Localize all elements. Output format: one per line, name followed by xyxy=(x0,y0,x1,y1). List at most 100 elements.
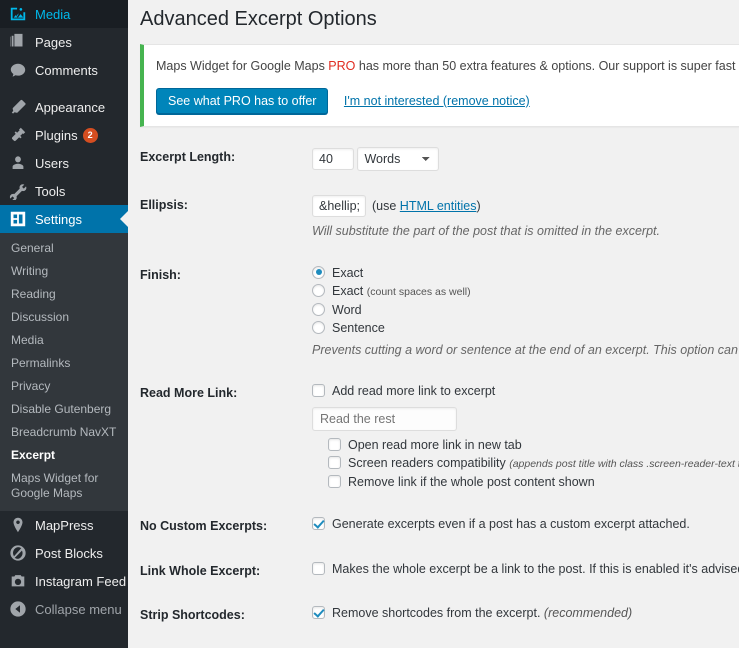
submenu-item-disable-gutenberg[interactable]: Disable Gutenberg xyxy=(0,398,128,421)
see-pro-button[interactable]: See what PRO has to offer xyxy=(156,87,329,114)
finish-option-word[interactable]: Word xyxy=(312,302,739,318)
excerpt-length-label: Excerpt Length: xyxy=(140,149,236,164)
main-content: Advanced Excerpt Options Maps Widget for… xyxy=(128,0,739,648)
sidebar-item-plugins[interactable]: Plugins 2 xyxy=(0,121,128,149)
read-more-text-input[interactable] xyxy=(312,407,457,432)
plugins-icon xyxy=(9,126,27,144)
row-excerpt-length: Excerpt Length: Words Characters xyxy=(140,135,739,183)
read-more-option-new-tab[interactable]: Open read more link in new tab xyxy=(328,437,739,453)
submenu-item-privacy[interactable]: Privacy xyxy=(0,375,128,398)
finish-option-exact[interactable]: Exact xyxy=(312,265,739,281)
sidebar-item-label: Plugins xyxy=(35,127,78,143)
sidebar-item-settings[interactable]: Settings xyxy=(0,205,128,233)
sidebar-group-primary: Media Pages Comments xyxy=(0,0,128,84)
strip-shortcodes-note: (recommended) xyxy=(543,605,633,620)
checkbox-generate-excerpts[interactable] xyxy=(312,517,325,531)
collapse-arrow-icon xyxy=(9,600,27,618)
checkbox-open-new-tab[interactable] xyxy=(328,438,341,452)
finish-option-label: Exact xyxy=(332,265,364,280)
finish-option-label: Word xyxy=(332,302,362,317)
sidebar-item-tools[interactable]: Tools xyxy=(0,177,128,205)
finish-option-exact-spaces[interactable]: Exact (count spaces as well) xyxy=(312,283,739,300)
submenu-item-maps-widget[interactable]: Maps Widget for Google Maps xyxy=(0,467,128,505)
checkbox-screen-readers[interactable] xyxy=(328,456,341,470)
submenu-item-general[interactable]: General xyxy=(0,237,128,260)
radio-sentence[interactable] xyxy=(312,320,325,334)
submenu-item-writing[interactable]: Writing xyxy=(0,260,128,283)
excerpt-length-input[interactable] xyxy=(312,147,354,170)
submenu-item-breadcrumb-navxt[interactable]: Breadcrumb NavXT xyxy=(0,421,128,444)
sidebar-item-label: Pages xyxy=(35,34,72,50)
radio-word[interactable] xyxy=(312,302,325,316)
pages-icon xyxy=(9,33,27,51)
strip-shortcodes-option[interactable]: Remove shortcodes from the excerpt. (rec… xyxy=(312,605,739,621)
sidebar-item-post-blocks[interactable]: Post Blocks xyxy=(0,539,128,567)
radio-exact-spaces[interactable] xyxy=(312,283,325,297)
submenu-item-media[interactable]: Media xyxy=(0,329,128,352)
dismiss-notice-link[interactable]: I'm not interested (remove notice) xyxy=(344,94,530,108)
read-more-option-screen-readers[interactable]: Screen readers compatibility (appends po… xyxy=(328,455,739,472)
submenu-item-excerpt[interactable]: Excerpt xyxy=(0,444,128,467)
read-more-sub-note: (appends post title with class .screen-r… xyxy=(509,458,739,471)
sidebar-item-comments[interactable]: Comments xyxy=(0,56,128,84)
sidebar-item-media[interactable]: Media xyxy=(0,0,128,28)
row-finish: Finish: Exact Exact (count spaces as wel… xyxy=(140,253,739,372)
filter-label: Filter: xyxy=(140,637,312,648)
strip-shortcodes-label: Strip Shortcodes: xyxy=(140,607,245,622)
checkbox-strip-shortcodes[interactable] xyxy=(312,605,325,619)
html-entities-link[interactable]: HTML entities xyxy=(400,199,477,213)
sidebar-divider xyxy=(0,84,128,93)
appearance-icon xyxy=(9,98,27,116)
finish-description: Prevents cutting a word or sentence at t… xyxy=(312,342,739,357)
link-whole-excerpt-option-label: Makes the whole excerpt be a link to the… xyxy=(332,561,739,576)
ellipsis-hint: (use HTML entities) xyxy=(372,199,481,213)
submenu-item-reading[interactable]: Reading xyxy=(0,283,128,306)
sidebar-item-mappress[interactable]: MapPress xyxy=(0,511,128,539)
read-more-label: Read More Link: xyxy=(140,386,238,401)
finish-option-note: (count spaces as well) xyxy=(366,285,471,298)
checkbox-link-whole-excerpt[interactable] xyxy=(312,561,325,575)
sidebar-item-label: Post Blocks xyxy=(35,545,103,561)
sidebar-item-instagram-feed[interactable]: Instagram Feed xyxy=(0,567,128,595)
row-ellipsis: Ellipsis: (use HTML entities) Will subst… xyxy=(140,183,739,253)
media-icon xyxy=(9,5,27,23)
no-custom-excerpts-option-label: Generate excerpts even if a post has a c… xyxy=(332,517,690,532)
read-more-main-option[interactable]: Add read more link to excerpt xyxy=(312,383,739,399)
map-marker-icon xyxy=(9,516,27,534)
wordpress-admin-screen: Media Pages Comments Appearance Plugins … xyxy=(0,0,739,648)
link-whole-excerpt-option[interactable]: Makes the whole excerpt be a link to the… xyxy=(312,561,739,577)
collapse-menu-label: Collapse menu xyxy=(35,601,122,617)
pro-upsell-notice: Maps Widget for Google Maps PRO has more… xyxy=(140,44,739,127)
checkbox-remove-link[interactable] xyxy=(328,475,341,489)
submenu-item-permalinks[interactable]: Permalinks xyxy=(0,352,128,375)
sidebar-item-appearance[interactable]: Appearance xyxy=(0,93,128,121)
sidebar-item-pages[interactable]: Pages xyxy=(0,28,128,56)
ellipsis-input[interactable] xyxy=(312,194,366,217)
notice-text: Maps Widget for Google Maps PRO has more… xyxy=(156,57,739,76)
row-filter: Filter: the_excerpt() the_content() xyxy=(140,637,739,648)
sidebar-item-label: MapPress xyxy=(35,517,94,533)
link-whole-excerpt-label: Link Whole Excerpt: xyxy=(140,563,261,578)
excerpt-length-unit-select[interactable]: Words Characters xyxy=(357,146,440,171)
row-strip-shortcodes: Strip Shortcodes: Remove shortcodes from… xyxy=(140,593,739,637)
finish-label: Finish: xyxy=(140,267,181,282)
notice-pro-word: PRO xyxy=(328,59,356,73)
tools-icon xyxy=(9,182,27,201)
ellipsis-hint-suffix: ) xyxy=(476,198,481,213)
submenu-item-discussion[interactable]: Discussion xyxy=(0,306,128,329)
finish-option-sentence[interactable]: Sentence xyxy=(312,320,739,336)
row-no-custom-excerpts: No Custom Excerpts: Generate excerpts ev… xyxy=(140,504,739,548)
read-more-option-remove-link[interactable]: Remove link if the whole post content sh… xyxy=(328,474,739,490)
notice-text-before: Maps Widget for Google Maps xyxy=(156,59,329,73)
sidebar-item-label: Tools xyxy=(35,183,66,199)
read-more-sub-label: Open read more link in new tab xyxy=(348,438,522,453)
radio-exact[interactable] xyxy=(312,265,325,279)
sidebar-item-users[interactable]: Users xyxy=(0,149,128,177)
collapse-menu-button[interactable]: Collapse menu xyxy=(0,595,128,623)
checkbox-add-read-more[interactable] xyxy=(312,384,325,398)
sidebar-item-label: Settings xyxy=(35,211,82,227)
finish-option-label: Exact (count spaces as well) xyxy=(332,283,471,298)
read-more-sub-label: Screen readers compatibility (appends po… xyxy=(348,455,739,472)
sidebar-item-label: Instagram Feed xyxy=(35,573,127,589)
no-custom-excerpts-option[interactable]: Generate excerpts even if a post has a c… xyxy=(312,516,739,532)
